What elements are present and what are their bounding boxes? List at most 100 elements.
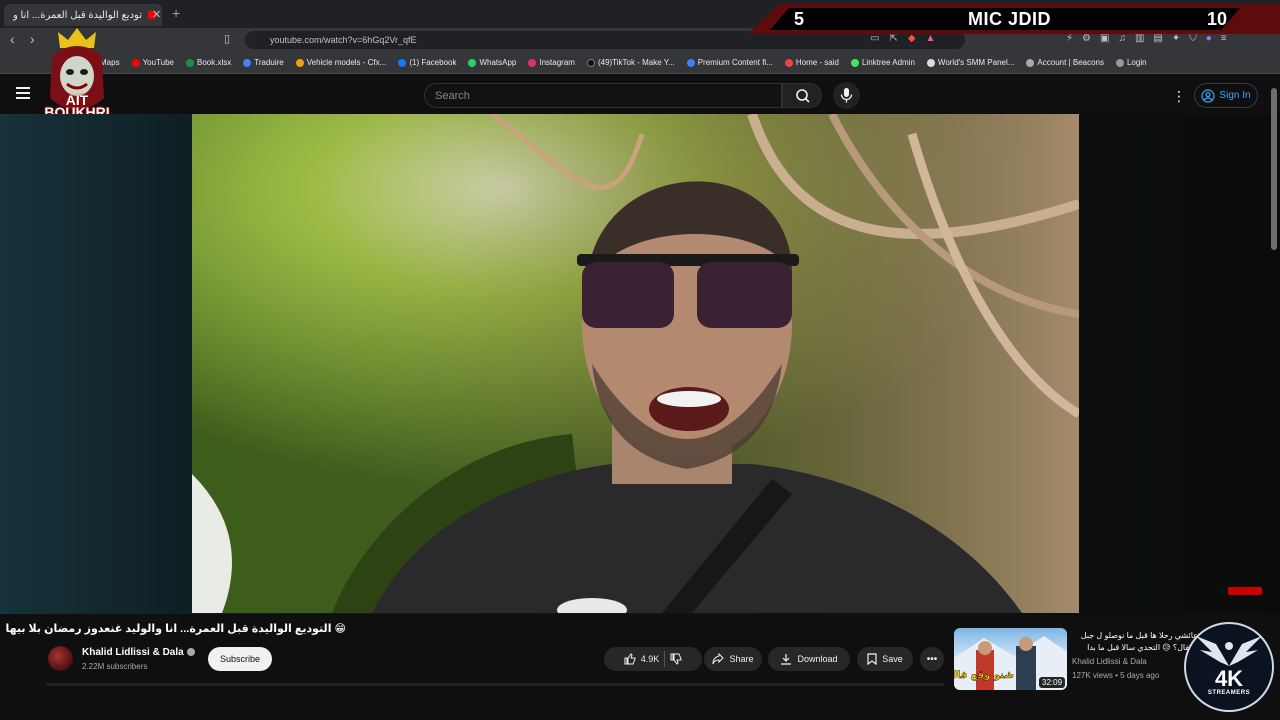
share-icon <box>712 653 725 665</box>
share-label: Share <box>729 654 754 664</box>
bookmark-beacons[interactable]: Account | Beacons <box>1026 58 1104 67</box>
translate-icon <box>243 58 252 67</box>
sign-in-button[interactable]: Sign In <box>1194 83 1258 108</box>
microphone-icon <box>840 88 853 103</box>
channel-avatar[interactable] <box>48 646 73 671</box>
video-title: 😁 التوديع الواليدة قبل العمرة... انا وال… <box>5 623 346 635</box>
bookmark-whatsapp[interactable]: WhatsApp <box>468 58 516 67</box>
home-icon <box>784 58 793 67</box>
video-frame <box>192 114 1079 613</box>
youtube-icon <box>131 58 140 67</box>
browser-tab[interactable]: توديع الواليدة قبل العمرة... انا و ✕ <box>4 4 162 26</box>
share-page-icon[interactable]: ⇱ <box>889 33 897 44</box>
save-label: Save <box>882 654 903 664</box>
verified-icon <box>186 648 195 657</box>
screen: توديع الواليدة قبل العمرة... انا و ✕ + ‹… <box>0 0 1280 720</box>
bookmark-page-icon[interactable]: ▯ <box>224 32 230 45</box>
thumbs-down-icon[interactable] <box>670 653 682 665</box>
extension-8-icon[interactable]: ⛉ <box>1189 33 1197 44</box>
voice-search-button[interactable] <box>833 82 860 109</box>
save-button[interactable]: Save <box>857 647 913 671</box>
recommendation-title[interactable]: عائشي رحلا ها قبل ما نوصلو ل جبل توبقال؟… <box>1072 630 1198 654</box>
whatsapp-icon <box>468 58 477 67</box>
bookmark-save-icon <box>867 653 877 665</box>
bookmark-premium-content[interactable]: Premium Content fi... <box>686 58 773 67</box>
subscriber-count: 2.22M subscribers <box>82 662 148 671</box>
extension-icons: ⚡ ⚙ ▣ ♫ ▥ ▤ ✦ ⛉ ● ≡ <box>1066 33 1227 44</box>
extension-6-icon[interactable]: ▤ <box>1153 33 1162 44</box>
more-actions-icon[interactable]: ••• <box>920 647 944 671</box>
thumbs-up-icon <box>624 653 636 665</box>
page-scrollbar[interactable] <box>1271 88 1277 250</box>
menu-icon[interactable] <box>16 87 30 102</box>
like-divider <box>664 651 666 667</box>
like-button[interactable]: 4.9K <box>624 653 660 665</box>
facebook-icon <box>398 58 407 67</box>
bookmark-login[interactable]: Login <box>1115 58 1147 67</box>
bookmark-vehicle-models[interactable]: Vehicle models - Cfx... <box>295 58 386 67</box>
sheets-icon <box>186 58 194 67</box>
bookmark-youtube[interactable]: YouTube <box>131 58 174 67</box>
instagram-icon <box>528 58 537 67</box>
subscribe-button[interactable]: Subscribe <box>208 647 272 671</box>
extension-4-icon[interactable]: ♫ <box>1118 33 1126 44</box>
search-input[interactable]: Search <box>424 83 782 108</box>
cfx-icon <box>295 58 304 67</box>
right-score: 10 <box>1207 9 1228 29</box>
bookmark-smm-panel[interactable]: World's SMM Panel... <box>926 58 1014 67</box>
subscribe-watermark[interactable] <box>1228 587 1262 595</box>
sign-in-label: Sign In <box>1219 90 1251 101</box>
like-dislike-group: 4.9K <box>604 647 702 671</box>
thumbnail-text: شنو وقع فالطريق <box>954 670 1014 681</box>
description-box-edge <box>46 683 944 686</box>
extension-7-icon[interactable]: ✦ <box>1172 33 1180 44</box>
extension-3-icon[interactable]: ▣ <box>1100 33 1109 44</box>
scoreboard-title: MIC JDID <box>968 9 1052 29</box>
brave-rewards-icon[interactable]: ▲ <box>926 33 936 44</box>
bookmark-home[interactable]: Home - said <box>784 58 839 67</box>
extension-1-icon[interactable]: ⚡ <box>1066 33 1073 44</box>
brave-shield-icon[interactable]: ◆ <box>908 33 916 44</box>
search-button[interactable] <box>782 83 822 108</box>
account-icon <box>1201 88 1216 103</box>
download-button[interactable]: Download <box>768 647 850 671</box>
eagle-icon <box>1196 636 1262 666</box>
new-tab-icon[interactable]: + <box>172 5 180 21</box>
screen-cast-icon[interactable]: ▭ <box>870 33 879 44</box>
recommendation-meta: 127K views • 5 days ago <box>1072 671 1160 680</box>
back-icon[interactable]: ‹ <box>10 31 15 47</box>
beacons-icon <box>1026 58 1035 67</box>
bookmark-tiktok[interactable]: (49)TikTok - Make Y... <box>586 58 675 67</box>
badge-subtitle: STREAMERS <box>1207 690 1251 696</box>
tab-title: توديع الواليدة قبل العمرة... انا و <box>12 9 142 21</box>
video-duration: 32:09 <box>1039 677 1066 688</box>
share-button[interactable]: Share <box>704 647 762 671</box>
login-icon <box>1115 58 1124 67</box>
address-bar-icons: ▭ ⇱ ◆ ▲ <box>870 33 935 44</box>
tiktok-icon <box>586 58 595 67</box>
left-score: 5 <box>794 9 805 29</box>
bookmark-traduire[interactable]: Traduire <box>243 58 284 67</box>
bookmarks-bar: Maps YouTube Book.xlsx Traduire Vehicle … <box>0 52 1280 74</box>
extension-2-icon[interactable]: ⚙ <box>1082 33 1091 44</box>
bookmark-book[interactable]: Book.xlsx <box>186 58 231 67</box>
channel-name[interactable]: Khalid Lidlissi & Dala <box>82 647 195 658</box>
close-tab-icon[interactable]: ✕ <box>152 8 161 21</box>
video-player[interactable] <box>192 114 1079 613</box>
bookmark-facebook[interactable]: (1) Facebook <box>398 58 456 67</box>
like-count: 4.9K <box>640 654 660 664</box>
smm-icon <box>926 58 935 67</box>
download-icon <box>781 654 792 665</box>
download-label: Download <box>797 654 838 664</box>
more-options-icon[interactable]: ⋮ <box>1172 88 1186 105</box>
youtube-header: Search ⋮ Sign In <box>0 76 1280 114</box>
extension-5-icon[interactable]: ▥ <box>1135 33 1144 44</box>
bookmark-linktree[interactable]: Linktree Admin <box>850 58 915 67</box>
badge-title: 4K <box>1214 666 1244 691</box>
premium-icon <box>686 58 695 67</box>
recommendation-channel[interactable]: Khalid Lidlissi & Dala <box>1072 657 1147 666</box>
bookmark-instagram[interactable]: Instagram <box>528 58 575 67</box>
extension-9-icon[interactable]: ● <box>1206 33 1212 44</box>
search-icon <box>796 89 810 103</box>
browser-menu-icon[interactable]: ≡ <box>1221 33 1227 44</box>
